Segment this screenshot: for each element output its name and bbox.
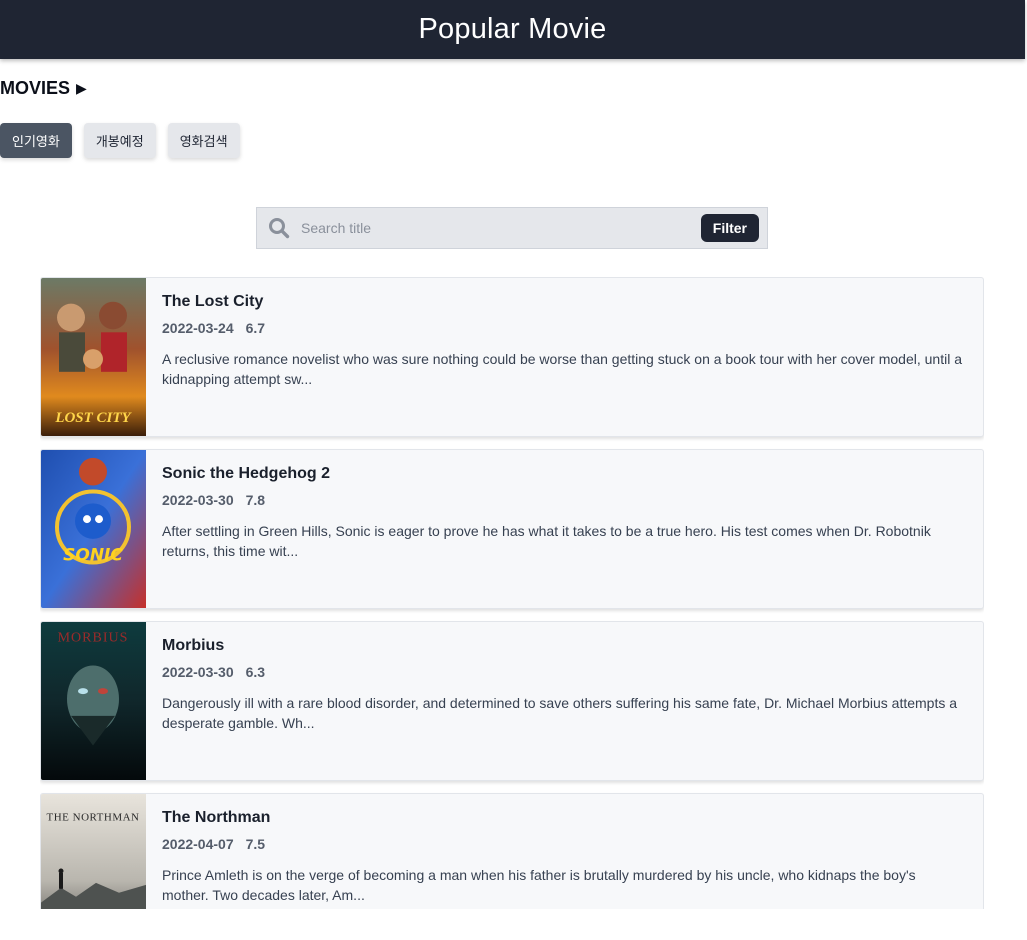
movie-poster: SONIC xyxy=(41,450,146,608)
release-date: 2022-03-30 xyxy=(162,492,234,508)
release-date: 2022-03-30 xyxy=(162,664,234,680)
movie-meta: 2022-03-30 7.8 xyxy=(162,492,967,508)
movie-poster: MORBIUS xyxy=(41,622,146,780)
tab-upcoming[interactable]: 개봉예정 xyxy=(83,123,156,158)
poster-title: SONIC xyxy=(63,545,123,565)
movie-title: Morbius xyxy=(162,637,225,654)
search-icon xyxy=(257,217,301,239)
movie-info: The Northman 2022-04-07 7.5 Prince Amlet… xyxy=(146,794,983,909)
movie-meta: 2022-04-07 7.5 xyxy=(162,836,967,852)
movie-card[interactable]: SONIC Sonic the Hedgehog 2 2022-03-30 7.… xyxy=(40,449,984,609)
rating: 7.8 xyxy=(245,492,266,508)
release-date: 2022-04-07 xyxy=(162,836,234,852)
movie-overview: After settling in Green Hills, Sonic is … xyxy=(162,523,931,559)
movie-overview: Prince Amleth is on the verge of becomin… xyxy=(162,867,916,903)
section-heading: MOVIES ▶ xyxy=(0,78,87,99)
search-bar: Filter xyxy=(256,207,768,249)
filter-button[interactable]: Filter xyxy=(700,214,759,242)
movie-list: LOST CITY The Lost City 2022-03-24 6.7 A… xyxy=(40,277,984,909)
movie-info: The Lost City 2022-03-24 6.7 A reclusive… xyxy=(146,278,983,436)
poster-title: MORBIUS xyxy=(58,631,129,646)
section-title-text: MOVIES xyxy=(0,78,71,98)
movie-poster: LOST CITY xyxy=(41,278,146,436)
movie-info: Sonic the Hedgehog 2 2022-03-30 7.8 Afte… xyxy=(146,450,983,608)
page-title: Popular Movie xyxy=(418,13,607,45)
poster-title: THE NORTHMAN xyxy=(47,812,140,824)
play-arrow-icon: ▶ xyxy=(76,80,87,96)
movie-card[interactable]: MORBIUS Morbius 2022-03-30 6.3 Dangerous… xyxy=(40,621,984,781)
movie-title: Sonic the Hedgehog 2 xyxy=(162,465,331,482)
movie-meta: 2022-03-30 6.3 xyxy=(162,664,967,680)
movie-card[interactable]: LOST CITY The Lost City 2022-03-24 6.7 A… xyxy=(40,277,984,437)
movie-card[interactable]: THE NORTHMAN The Northman 2022-04-07 7.5… xyxy=(40,793,984,909)
movie-title: The Lost City xyxy=(162,293,264,310)
rating: 7.5 xyxy=(245,836,266,852)
rating: 6.7 xyxy=(245,320,266,336)
poster-title: LOST CITY xyxy=(54,410,132,426)
movie-overview: Dangerously ill with a rare blood disord… xyxy=(162,695,958,731)
tab-popular[interactable]: 인기영화 xyxy=(0,123,72,158)
movie-overview: A reclusive romance novelist who was sur… xyxy=(162,351,962,387)
app-header: Popular Movie xyxy=(0,0,1025,59)
rating: 6.3 xyxy=(245,664,266,680)
movie-meta: 2022-03-24 6.7 xyxy=(162,320,967,336)
release-date: 2022-03-24 xyxy=(162,320,234,336)
movie-info: Morbius 2022-03-30 6.3 Dangerously ill w… xyxy=(146,622,983,780)
category-tabs: 인기영화 개봉예정 영화검색 xyxy=(0,123,240,158)
tab-search[interactable]: 영화검색 xyxy=(167,123,240,158)
movie-poster: THE NORTHMAN xyxy=(41,794,146,909)
movie-title: The Northman xyxy=(162,809,271,826)
search-input[interactable] xyxy=(301,220,701,236)
